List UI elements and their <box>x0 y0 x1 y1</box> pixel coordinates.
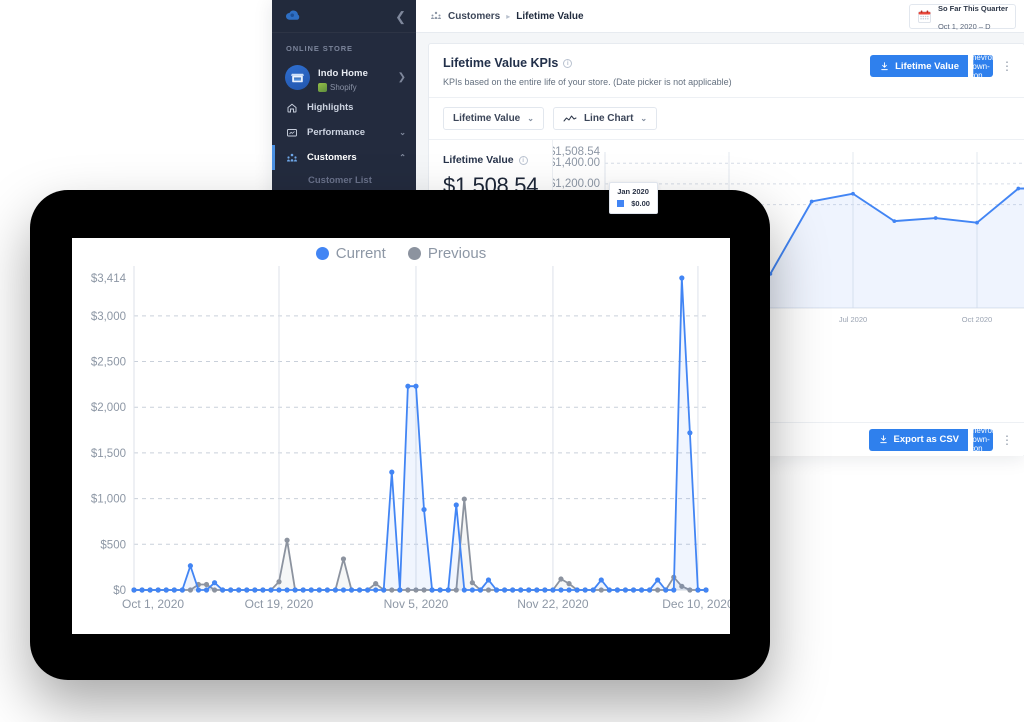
svg-text:Oct 19, 2020: Oct 19, 2020 <box>245 597 314 611</box>
card-subtitle: KPIs based on the entire life of your st… <box>443 77 1010 87</box>
info-icon[interactable]: i <box>563 59 572 68</box>
export-csv-dropdown-toggle[interactable]: chevron-down-icon <box>973 429 993 451</box>
metric-select-label: Lifetime Value <box>453 113 520 124</box>
store-name: Indo Home <box>318 68 368 79</box>
cloud-logo-icon[interactable] <box>284 7 302 25</box>
chevron-down-icon: ⌄ <box>527 114 534 123</box>
foreground-lifetime-value-chart[interactable]: Current Previous $0 $500 $1,000 $1,500 $2,00… <box>72 238 730 634</box>
foreground-device-frame: Current Previous $0 $500 $1,000 $1,500 $2,00… <box>30 190 770 680</box>
svg-text:$500: $500 <box>100 539 126 551</box>
chart-type-select[interactable]: Line Chart ⌄ <box>553 107 657 130</box>
storefront-icon <box>285 65 310 90</box>
sidebar-item-performance[interactable]: Performance ⌄ <box>272 120 416 145</box>
sidebar-item-label: Highlights <box>307 102 406 113</box>
breadcrumb-current: Lifetime Value <box>516 11 583 22</box>
breadcrumb: Customers ▸ Lifetime Value <box>430 10 584 22</box>
svg-text:$2,000: $2,000 <box>91 402 126 414</box>
sidebar-item-label: Customers <box>307 152 390 163</box>
store-platform-label: Shopify <box>330 83 357 92</box>
chart-toolbar: Lifetime Value ⌄ Line Chart ⌄ <box>429 97 1024 140</box>
info-icon[interactable]: i <box>519 156 528 165</box>
tooltip-row: $0.00 <box>617 199 650 208</box>
kpi-label: Lifetime Value <box>443 154 514 166</box>
metric-select[interactable]: Lifetime Value ⌄ <box>443 107 544 130</box>
presentation-icon <box>285 126 298 139</box>
svg-text:Dec 10, 2020: Dec 10, 2020 <box>662 597 730 611</box>
kpi-label-row: Lifetime Value i <box>443 154 538 166</box>
sidebar-logo-bar: ❮ <box>272 0 416 33</box>
svg-text:$1,500: $1,500 <box>91 448 126 460</box>
foreground-chart-svg: $0 $500 $1,000 $1,500 $2,000 $2,500 $3,000 $3,4… <box>72 238 730 634</box>
legend-item-current[interactable]: Current <box>316 245 386 262</box>
chevron-down-icon[interactable]: ⌄ <box>399 128 406 137</box>
chart-type-select-label: Line Chart <box>584 113 633 124</box>
svg-text:Nov 22, 2020: Nov 22, 2020 <box>517 597 589 611</box>
chart-legend: Current Previous <box>72 245 730 262</box>
kebab-menu-icon[interactable]: ⋮ <box>998 434 1016 446</box>
screenshot-stage: ❮ ONLINE STORE Indo Home Shopif <box>0 0 1024 722</box>
download-icon <box>879 61 890 72</box>
legend-label: Previous <box>428 245 486 262</box>
sidebar-store-switcher[interactable]: Indo Home Shopify ❯ <box>272 60 416 95</box>
svg-text:$1,400.00: $1,400.00 <box>553 157 600 169</box>
kebab-menu-icon[interactable]: ⋮ <box>998 60 1016 72</box>
lifetime-value-export-label: Lifetime Value <box>895 61 959 72</box>
chart-tooltip: Jan 2020 $0.00 <box>609 182 658 214</box>
card-title-text: Lifetime Value KPIs <box>443 56 558 70</box>
export-dropdown-toggle[interactable]: chevron-down-icon <box>973 55 993 77</box>
lifetime-value-export-button[interactable]: Lifetime Value <box>870 55 968 77</box>
svg-text:$1,000: $1,000 <box>91 494 126 506</box>
svg-text:$0: $0 <box>113 585 126 597</box>
tooltip-value: $0.00 <box>631 199 650 208</box>
chevron-down-icon: chevron-down-icon <box>968 53 999 80</box>
customers-icon <box>285 151 298 164</box>
svg-text:Oct 1, 2020: Oct 1, 2020 <box>122 597 184 611</box>
tooltip-title: Jan 2020 <box>617 187 650 196</box>
chevron-down-icon: chevron-down-icon <box>968 426 999 453</box>
chevron-right-icon[interactable]: ❯ <box>398 72 406 83</box>
sidebar-section-label: ONLINE STORE <box>272 33 416 60</box>
export-as-csv-button[interactable]: Export as CSV <box>869 429 968 451</box>
breadcrumb-separator-icon: ▸ <box>506 12 510 21</box>
chevron-up-icon[interactable]: ⌃ <box>399 153 406 162</box>
svg-text:Oct 2020: Oct 2020 <box>962 315 992 324</box>
svg-text:$1,200.00: $1,200.00 <box>553 178 600 190</box>
svg-text:$3,000: $3,000 <box>91 311 126 323</box>
sidebar-subitem-customer-list[interactable]: Customer List <box>272 170 416 191</box>
legend-swatch-previous <box>408 247 421 260</box>
card-header: Lifetime Value KPIs i KPIs based on the … <box>429 44 1024 97</box>
legend-swatch-current <box>316 247 329 260</box>
tooltip-swatch <box>617 200 624 207</box>
svg-text:$2,500: $2,500 <box>91 357 126 369</box>
date-range-text: So Far This Quarter Oct 1, 2020 – D <box>938 0 1008 34</box>
svg-text:Nov 5, 2020: Nov 5, 2020 <box>384 597 449 611</box>
sidebar-collapse-icon[interactable]: ❮ <box>395 10 406 23</box>
sidebar-item-label: Performance <box>307 127 390 138</box>
export-as-csv-label: Export as CSV <box>894 434 959 445</box>
shopify-icon <box>318 83 327 92</box>
line-chart-icon <box>563 114 577 124</box>
sidebar-item-highlights[interactable]: Highlights <box>272 95 416 120</box>
svg-text:$1,508.54: $1,508.54 <box>553 146 601 158</box>
calendar-icon <box>917 9 932 24</box>
card-header-actions: Lifetime Value chevron-down-icon ⋮ <box>870 55 1016 77</box>
svg-text:Jul 2020: Jul 2020 <box>839 315 867 324</box>
app-topbar: Customers ▸ Lifetime Value <box>416 0 1024 33</box>
store-platform: Shopify <box>318 83 390 92</box>
breadcrumb-parent[interactable]: Customers <box>448 11 500 22</box>
store-meta: Indo Home Shopify <box>318 63 390 92</box>
customers-icon <box>430 10 442 22</box>
legend-label: Current <box>336 245 386 262</box>
home-icon <box>285 101 298 114</box>
legend-item-previous[interactable]: Previous <box>408 245 486 262</box>
date-range-picker[interactable]: So Far This Quarter Oct 1, 2020 – D <box>909 4 1016 29</box>
svg-text:$3,414: $3,414 <box>91 273 127 285</box>
sidebar-item-customers[interactable]: Customers ⌃ <box>272 145 416 170</box>
date-range-preset: So Far This Quarter <box>938 4 1008 13</box>
download-icon <box>878 434 889 445</box>
date-range-value: Oct 1, 2020 – D <box>938 22 991 31</box>
chevron-down-icon: ⌄ <box>640 114 647 123</box>
